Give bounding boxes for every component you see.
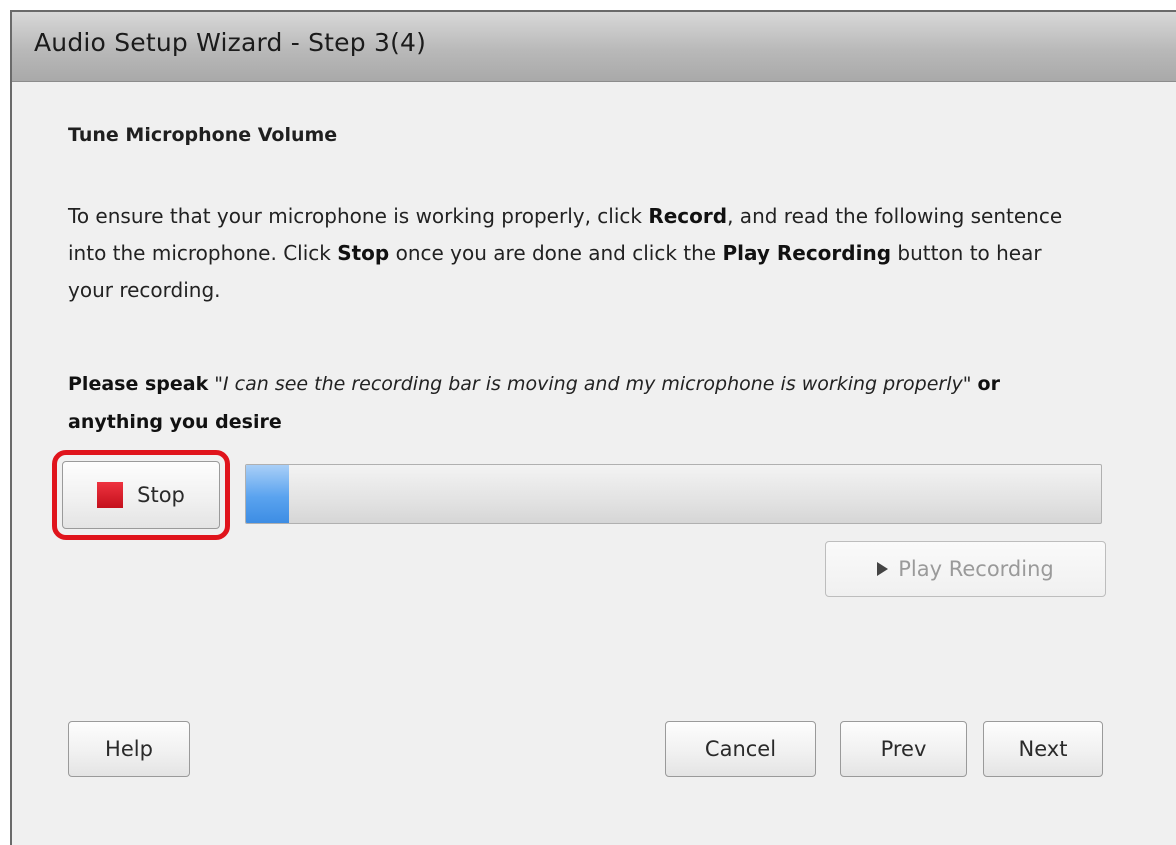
help-button-label: Help — [105, 737, 153, 761]
highlight-box — [52, 450, 230, 540]
dialog-title: Audio Setup Wizard - Step 3(4) — [34, 28, 427, 57]
instructions-stop-keyword: Stop — [337, 241, 390, 265]
next-button-label: Next — [1018, 737, 1068, 761]
instructions-part-3: once you are done and click the — [389, 241, 723, 265]
instructions-record-keyword: Record — [648, 204, 728, 228]
dialog-titlebar: Audio Setup Wizard - Step 3(4) — [12, 12, 1176, 82]
play-icon — [877, 562, 889, 576]
cancel-button-label: Cancel — [704, 737, 777, 761]
instructions-text: To ensure that your microphone is workin… — [68, 198, 1078, 309]
play-recording-button[interactable]: Play Recording — [825, 541, 1106, 597]
speak-prompt: Please speak "I can see the recording ba… — [68, 365, 1078, 441]
prev-button-label: Prev — [880, 737, 927, 761]
next-button[interactable]: Next — [983, 721, 1103, 777]
recording-level-meter — [245, 464, 1102, 524]
prev-button[interactable]: Prev — [840, 721, 967, 777]
instructions-play-keyword: Play Recording — [722, 241, 892, 265]
help-button[interactable]: Help — [68, 721, 190, 777]
cancel-button[interactable]: Cancel — [665, 721, 816, 777]
instructions-part-1: To ensure that your microphone is workin… — [68, 204, 649, 228]
prompt-lead: Please speak — [68, 373, 209, 395]
recording-level-fill — [246, 465, 289, 523]
section-heading: Tune Microphone Volume — [68, 124, 338, 146]
play-recording-label: Play Recording — [898, 557, 1054, 581]
prompt-quote: "I can see the recording bar is moving a… — [214, 373, 972, 395]
